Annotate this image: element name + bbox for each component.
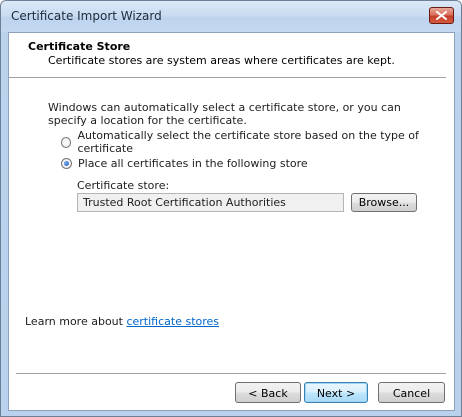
close-x-icon — [436, 11, 447, 20]
back-button[interactable]: < Back — [235, 382, 301, 403]
page-subtitle: Certificate stores are system areas wher… — [48, 54, 395, 67]
certificate-store-label: Certificate store: — [77, 179, 170, 192]
title-bar[interactable]: Certificate Import Wizard — [1, 1, 461, 32]
place-in-store-radio[interactable] — [61, 157, 72, 169]
close-button[interactable] — [429, 7, 454, 24]
auto-select-radio[interactable] — [61, 136, 72, 148]
auto-select-option[interactable]: Automatically select the certificate sto… — [61, 129, 454, 155]
certificate-stores-link[interactable]: certificate stores — [126, 315, 219, 328]
learn-more-prefix: Learn more about — [25, 315, 127, 328]
browse-button[interactable]: Browse... — [351, 193, 417, 212]
cancel-button[interactable]: Cancel — [378, 382, 445, 403]
wizard-page: Certificate Store Certificate stores are… — [8, 32, 455, 411]
place-in-store-label: Place all certificates in the following … — [78, 156, 308, 170]
page-title: Certificate Store — [28, 40, 131, 53]
wizard-window: Certificate Import Wizard Certificate St… — [0, 0, 462, 417]
place-in-store-option[interactable]: Place all certificates in the following … — [61, 156, 308, 170]
window-title: Certificate Import Wizard — [11, 9, 162, 23]
auto-select-label: Automatically select the certificate sto… — [77, 129, 419, 155]
header-divider — [9, 77, 446, 79]
footer-divider — [16, 373, 446, 375]
next-button[interactable]: Next > — [304, 382, 368, 403]
certificate-store-field[interactable]: Trusted Root Certification Authorities — [77, 193, 344, 212]
wizard-header: Certificate Store Certificate stores are… — [9, 33, 454, 77]
description-text: Windows can automatically select a certi… — [48, 101, 401, 127]
radio-selected-dot — [64, 160, 69, 166]
learn-more: Learn more about certificate stores — [25, 315, 219, 328]
